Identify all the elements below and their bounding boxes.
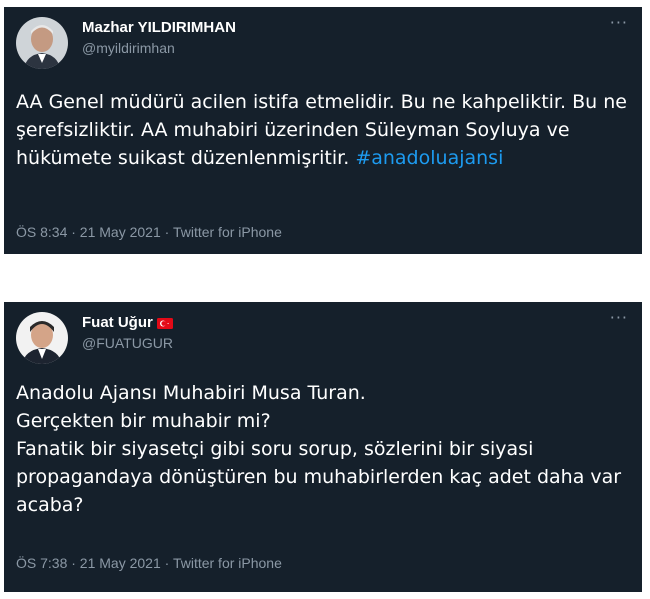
avatar[interactable] [16, 17, 68, 69]
hashtag-link[interactable]: #anadoluajansi [355, 147, 503, 169]
username-handle[interactable]: @myildirimhan [82, 40, 175, 56]
more-horizontal-icon[interactable]: ··· [610, 13, 628, 32]
avatar[interactable] [16, 312, 68, 364]
display-name[interactable]: Fuat Uğur [82, 314, 173, 333]
avatar-image [16, 17, 68, 69]
tweet-text: AA Genel müdürü acilen istifa etmelidir.… [16, 88, 628, 172]
tweet-card[interactable]: Fuat Uğur @FUATUGUR ··· Anadolu Ajansı M… [4, 302, 642, 592]
tweet-card[interactable]: Mazhar YILDIRIMHAN @myildirimhan ··· AA … [4, 7, 642, 254]
avatar-image [16, 312, 68, 364]
username-handle[interactable]: @FUATUGUR [82, 335, 173, 351]
display-name[interactable]: Mazhar YILDIRIMHAN [82, 19, 236, 36]
display-name-text[interactable]: Fuat Uğur [82, 314, 153, 331]
turkey-flag-icon [156, 316, 173, 333]
tweet-text-plain: AA Genel müdürü acilen istifa etmelidir.… [16, 91, 633, 169]
tweet-text: Anadolu Ajansı Muhabiri Musa Turan. Gerç… [16, 382, 622, 516]
tweet-timestamp[interactable]: ÖS 8:34 · 21 May 2021 · Twitter for iPho… [16, 224, 282, 240]
tweet-timestamp[interactable]: ÖS 7:38 · 21 May 2021 · Twitter for iPho… [16, 555, 282, 571]
more-horizontal-icon[interactable]: ··· [610, 308, 628, 327]
